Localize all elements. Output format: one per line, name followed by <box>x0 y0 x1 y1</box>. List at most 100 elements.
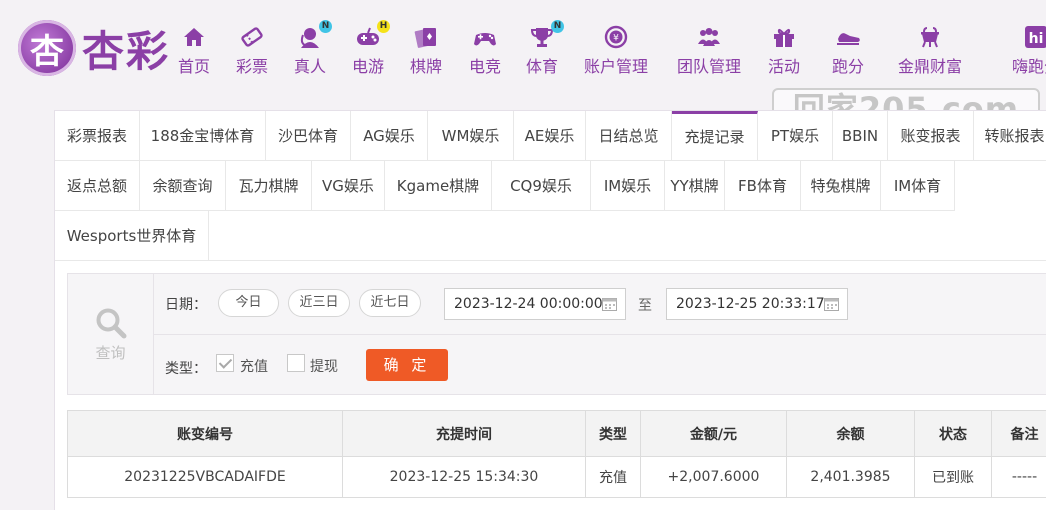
team-icon <box>695 24 723 50</box>
query-label: 查询 <box>95 343 126 362</box>
tab-2[interactable]: 沙巴体育 <box>266 111 351 161</box>
cell-time: 2023-12-25 15:34:30 <box>342 456 586 498</box>
nav-item-12[interactable]: hi 嗨跑分 <box>1012 24 1046 80</box>
nav-badge: N <box>551 20 564 33</box>
nav-item-9[interactable]: 活动 <box>768 24 800 80</box>
cell-amount: +2,007.6000 <box>640 456 787 498</box>
nav-label: 电竞 <box>469 57 502 76</box>
table-header-row: 账变编号 充提时间 类型 金额/元 余额 状态 备注 <box>67 410 1046 457</box>
tab-9[interactable]: BBIN <box>833 111 888 161</box>
brand-logo[interactable]: 杏 杏彩 <box>18 20 170 76</box>
end-date-value: 2023-12-25 20:33:17 <box>676 296 825 312</box>
tab-5[interactable]: AE娱乐 <box>514 111 586 161</box>
tab-7[interactable]: 充提记录 <box>672 111 758 161</box>
type-label: 类型： <box>165 361 207 377</box>
nav-item-3[interactable]: H 电游 <box>352 20 390 80</box>
gamepad-icon: H <box>354 20 390 50</box>
nav-label: 彩票 <box>236 57 269 76</box>
tab-3[interactable]: AG娱乐 <box>351 111 428 161</box>
tab-6[interactable]: 日结总览 <box>586 111 672 161</box>
tab-14[interactable]: 瓦力棋牌 <box>226 161 312 211</box>
tab-22[interactable]: IM体育 <box>881 161 955 211</box>
date-row: 日期： 今日 近三日 近七日 2023-12-24 00:00:00 至 202… <box>154 274 1046 335</box>
nav-item-6[interactable]: N 体育 <box>526 20 564 80</box>
esports-controller-icon <box>471 24 499 50</box>
date-label: 日期： <box>165 297 207 313</box>
calendar-icon[interactable] <box>824 297 839 311</box>
confirm-button[interactable]: 确 定 <box>366 349 448 381</box>
tab-21[interactable]: 特兔棋牌 <box>801 161 881 211</box>
tab-19[interactable]: YY棋牌 <box>665 161 725 211</box>
col-header-amount[interactable]: 金额/元 <box>640 410 787 457</box>
cell-balance: 2,401.3985 <box>786 456 915 498</box>
nav-label: 嗨跑分 <box>1012 57 1046 76</box>
hi-icon: hi <box>1022 24 1046 50</box>
cell-id: 20231225VBCADAIFDE <box>67 456 343 498</box>
nav-item-11[interactable]: 金鼎财富 <box>898 24 962 80</box>
deposit-checkbox[interactable] <box>216 354 234 372</box>
nav-item-2[interactable]: N 真人 <box>294 20 332 80</box>
tabs-filler <box>209 211 1046 261</box>
records-table: 账变编号 充提时间 类型 金额/元 余额 状态 备注 20231225VBCAD… <box>67 410 1046 498</box>
query-side: 查询 <box>68 274 154 394</box>
tab-10[interactable]: 账变报表 <box>888 111 974 161</box>
col-header-time[interactable]: 充提时间 <box>342 410 586 457</box>
tab-20[interactable]: FB体育 <box>725 161 801 211</box>
content-panel: 彩票报表 188金宝博体育 沙巴体育 AG娱乐 WM娱乐 AE娱乐 日结总览 充提记录 PT娱乐… <box>54 110 1046 510</box>
col-header-note[interactable]: 备注 <box>991 410 1046 457</box>
cell-note: ----- <box>991 456 1046 498</box>
tab-12[interactable]: 返点总额 <box>55 161 140 211</box>
tab-13[interactable]: 余额查询 <box>140 161 226 211</box>
running-shoe-icon <box>834 24 862 50</box>
range-today-button[interactable]: 今日 <box>218 289 279 317</box>
ding-vessel-icon <box>916 24 944 50</box>
calendar-icon[interactable] <box>602 297 617 311</box>
nav-item-4[interactable]: 棋牌 <box>410 24 442 80</box>
tab-0[interactable]: 彩票报表 <box>55 111 140 161</box>
tab-4[interactable]: WM娱乐 <box>428 111 514 161</box>
tab-16[interactable]: Kgame棋牌 <box>385 161 492 211</box>
range-7days-button[interactable]: 近七日 <box>359 289 421 317</box>
report-tabs: 彩票报表 188金宝博体育 沙巴体育 AG娱乐 WM娱乐 AE娱乐 日结总览 充提记录 PT娱乐… <box>55 111 1046 261</box>
gift-icon <box>770 24 798 50</box>
nav-item-0[interactable]: 首页 <box>178 24 210 80</box>
tab-17[interactable]: CQ9娱乐 <box>492 161 591 211</box>
tab-11[interactable]: 转账报表 <box>974 111 1046 161</box>
nav-badge: N <box>319 20 332 33</box>
nav-label: 金鼎财富 <box>898 57 963 76</box>
tab-18[interactable]: IM娱乐 <box>591 161 665 211</box>
nav-label: 账户管理 <box>584 57 649 76</box>
home-icon <box>180 24 208 50</box>
col-header-status[interactable]: 状态 <box>914 410 992 457</box>
tab-8[interactable]: PT娱乐 <box>758 111 833 161</box>
query-box: 查询 日期： 今日 近三日 近七日 2023-12-24 00:00:00 至 … <box>67 273 1046 395</box>
nav-item-5[interactable]: 电竞 <box>469 24 501 80</box>
col-header-id[interactable]: 账变编号 <box>67 410 343 457</box>
top-header: 杏 杏彩 首页 彩票 N 真人 H 电游 棋牌 电竞 N 体育 ¥ 账户管理 团队管理 活动 跑分 金鼎财富 h… <box>0 0 1046 130</box>
nav-badge: H <box>377 20 390 33</box>
col-header-type[interactable]: 类型 <box>585 410 641 457</box>
tab-15[interactable]: VG娱乐 <box>312 161 385 211</box>
nav-label: 首页 <box>178 57 211 76</box>
tab-23[interactable]: Wesports世界体育 <box>55 211 209 261</box>
trophy-icon: N <box>528 20 564 50</box>
nav-label: 团队管理 <box>677 57 742 76</box>
nav-item-1[interactable]: 彩票 <box>236 24 268 80</box>
cell-type: 充值 <box>585 456 641 498</box>
logo-emblem: 杏 <box>18 20 76 76</box>
nav-item-7[interactable]: ¥ 账户管理 <box>584 24 648 80</box>
withdraw-checkbox[interactable] <box>287 354 305 372</box>
range-3days-button[interactable]: 近三日 <box>288 289 350 317</box>
nav-label: 真人 <box>294 57 327 76</box>
nav-label: 活动 <box>768 57 801 76</box>
nav-label: 电游 <box>352 57 385 76</box>
end-date-input[interactable]: 2023-12-25 20:33:17 <box>666 288 848 320</box>
nav-item-8[interactable]: 团队管理 <box>677 24 741 80</box>
col-header-balance[interactable]: 余额 <box>786 410 915 457</box>
table-row[interactable]: 20231225VBCADAIFDE 2023-12-25 15:34:30 充… <box>67 456 1046 498</box>
start-date-input[interactable]: 2023-12-24 00:00:00 <box>444 288 626 320</box>
tab-1[interactable]: 188金宝博体育 <box>140 111 266 161</box>
cell-status: 已到账 <box>914 456 992 498</box>
nav-item-10[interactable]: 跑分 <box>832 24 864 80</box>
nav-label: 棋牌 <box>410 57 443 76</box>
